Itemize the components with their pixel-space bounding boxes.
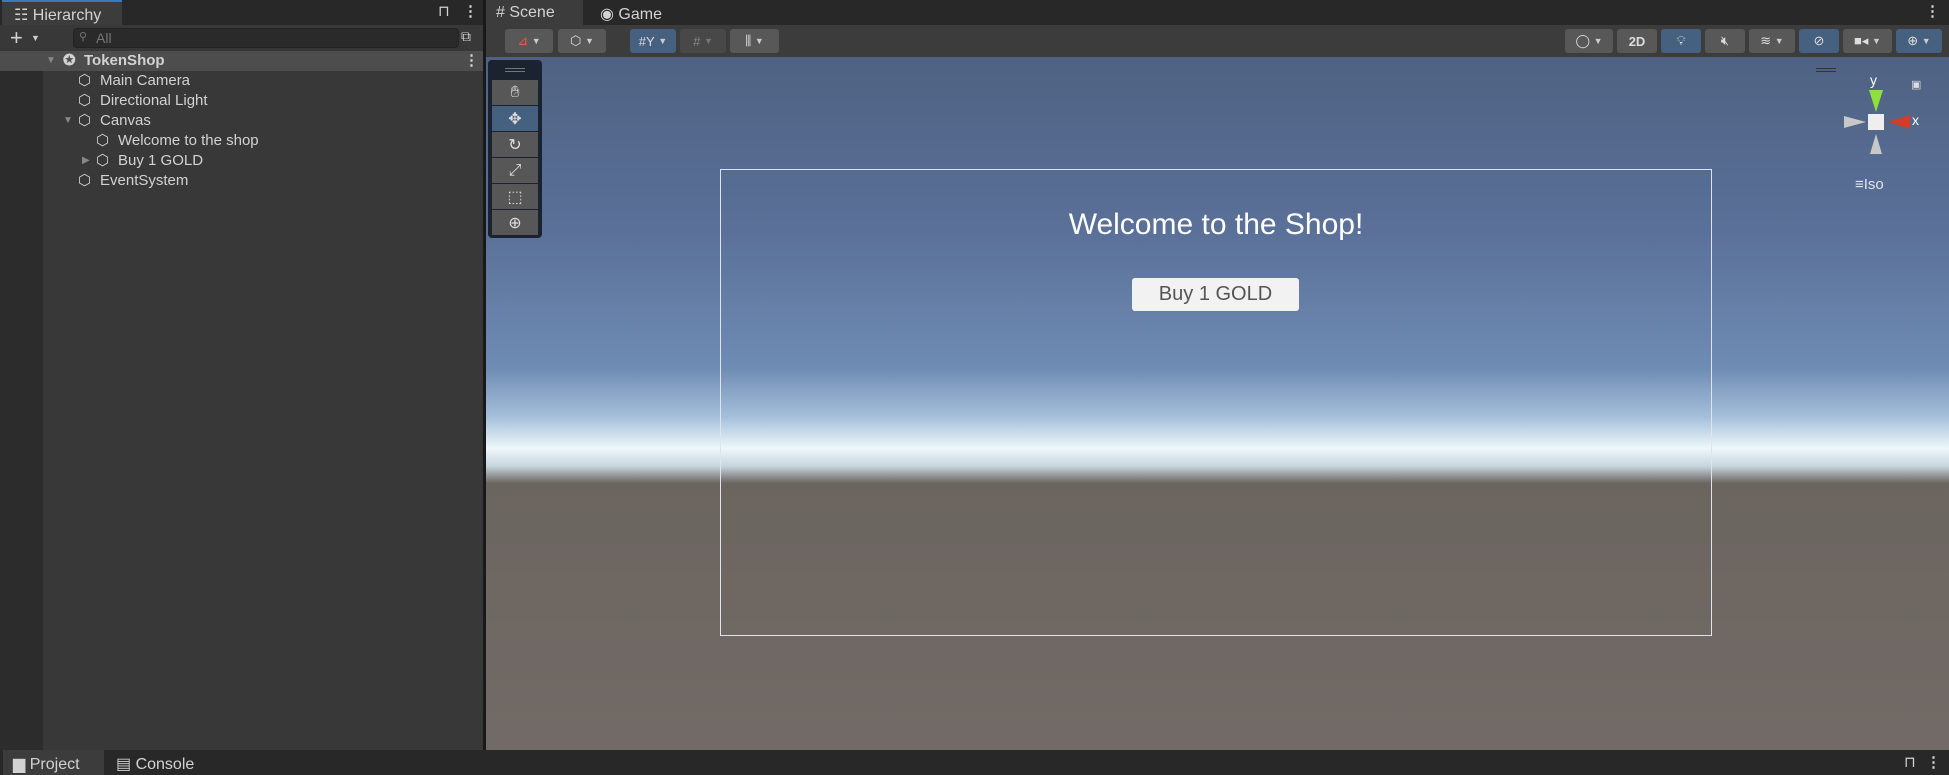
- lighting-toggle-button[interactable]: 💡︎: [1661, 29, 1701, 53]
- center-cube[interactable]: [1868, 114, 1884, 130]
- tab-project[interactable]: ▆ Project: [3, 750, 104, 775]
- add-button[interactable]: +: [10, 25, 23, 51]
- hierarchy-tabbar: ☷ Hierarchy ⊓ ⋮: [0, 0, 483, 25]
- rotate-tool[interactable]: ↻: [492, 132, 538, 157]
- list-item[interactable]: ⬡ EventSystem: [0, 171, 483, 191]
- search-input[interactable]: ⚲ All: [73, 28, 459, 48]
- list-item[interactable]: ▶ ⬡ Buy 1 GOLD: [0, 151, 483, 171]
- hidden-objects-toggle[interactable]: ⊘: [1799, 29, 1839, 53]
- scale-tool[interactable]: ⤢: [492, 158, 538, 183]
- hand-tool[interactable]: ✋︎: [492, 80, 538, 105]
- menu-icon: ≡: [1855, 176, 1864, 193]
- move-tool[interactable]: ✥: [492, 106, 538, 131]
- transform-tool[interactable]: ⊕: [492, 210, 538, 235]
- scene-toolbar: ⊿ ▼ ⬡ ▼ #Y ▼ # ▼ ⫼ ▼ ◯ ▼ 2D 💡︎ 🔇︎ ≋ ▼ ⊘ …: [486, 25, 1949, 57]
- gameobject-icon: ⬡: [78, 72, 92, 89]
- toggle-2d-button[interactable]: 2D: [1617, 29, 1657, 53]
- console-icon: ▤: [116, 756, 136, 773]
- projection-toggle[interactable]: ≡Iso: [1855, 176, 1884, 193]
- lock-icon[interactable]: ⊓: [438, 2, 450, 20]
- list-icon: ☷: [14, 7, 33, 24]
- more-menu-icon[interactable]: ⋮: [1926, 753, 1941, 771]
- gameobject-icon: ⬡: [78, 92, 92, 109]
- gizmos-button[interactable]: ⊕ ▼: [1896, 29, 1942, 53]
- drag-handle[interactable]: [505, 68, 525, 72]
- more-menu-icon[interactable]: ⋮: [463, 2, 478, 20]
- bottom-tabbar: ▆ Project ▤ Console ⊓ ⋮: [0, 750, 1949, 775]
- gameobject-icon: ⬡: [78, 112, 92, 129]
- orientation-gizmo[interactable]: y x: [1836, 72, 1919, 162]
- tab-scene[interactable]: # Scene: [486, 0, 583, 25]
- lock-icon[interactable]: ⊓: [1904, 753, 1916, 771]
- collapse-arrow-icon[interactable]: ▶: [82, 151, 90, 171]
- neg-x-cone[interactable]: [1844, 116, 1866, 128]
- tools-overlay: ✋︎ ✥ ↻ ⤢ ⬚ ⊕: [488, 60, 542, 238]
- grid-toggle-button[interactable]: #Y ▼: [630, 29, 676, 53]
- scene-menu-icon[interactable]: ⋮: [464, 51, 479, 71]
- gameobject-icon: ⬡: [96, 132, 110, 149]
- list-item[interactable]: ⬡ Welcome to the shop: [0, 131, 483, 151]
- increment-snap-button[interactable]: ⫼ ▼: [730, 29, 779, 53]
- welcome-text: Welcome to the Shop!: [1068, 208, 1364, 241]
- expand-arrow-icon[interactable]: ▼: [46, 51, 56, 71]
- rect-tool[interactable]: ⬚: [492, 184, 538, 209]
- effects-button[interactable]: ≋ ▼: [1749, 29, 1795, 53]
- folder-icon: ▆: [13, 756, 30, 773]
- scene-row[interactable]: ▼ ✪ TokenShop ⋮: [0, 51, 483, 71]
- pivot-button[interactable]: ⬡ ▼: [558, 29, 606, 53]
- camera-settings-button[interactable]: ■◂ ▼: [1843, 29, 1892, 53]
- gamepad-icon: ◉: [600, 6, 619, 23]
- mute-icon: 🔇︎: [1720, 33, 1730, 48]
- lightbulb-icon: 💡︎: [1676, 33, 1686, 48]
- buy-gold-button[interactable]: Buy 1 GOLD: [1132, 278, 1299, 311]
- globe-icon: ⊕: [1907, 33, 1919, 48]
- y-axis-cone[interactable]: [1869, 90, 1883, 112]
- list-item[interactable]: ⬡ Directional Light: [0, 91, 483, 111]
- unity-scene-icon: ✪: [63, 52, 76, 69]
- audio-toggle-button[interactable]: 🔇︎: [1705, 29, 1745, 53]
- shading-mode-button[interactable]: ◯ ▼: [1565, 29, 1613, 53]
- gameobject-icon: ⬡: [96, 152, 110, 169]
- x-axis-cone[interactable]: [1888, 115, 1910, 129]
- tab-game[interactable]: ◉ Game: [590, 0, 662, 25]
- tab-hierarchy[interactable]: ☷ Hierarchy: [2, 0, 122, 25]
- eye-off-icon: ⊘: [1813, 33, 1825, 48]
- gizmo-tool-button[interactable]: ⊿ ▼: [505, 29, 553, 53]
- more-menu-icon[interactable]: ⋮: [1925, 2, 1940, 20]
- hierarchy-panel: ☷ Hierarchy ⊓ ⋮ + ▼ ⚲ All ⧉ ▼ ✪ TokenShop…: [0, 0, 483, 750]
- gizmo-drag-handle[interactable]: [1816, 68, 1836, 72]
- snap-button[interactable]: # ▼: [680, 29, 726, 53]
- expand-arrow-icon[interactable]: ▼: [63, 111, 73, 131]
- gameobject-icon: ⬡: [78, 172, 92, 189]
- search-icon: ⚲: [79, 31, 88, 43]
- list-item[interactable]: ▼ ⬡ Canvas: [0, 111, 483, 131]
- list-item[interactable]: ⬡ Main Camera: [0, 71, 483, 91]
- camera-icon: ■◂: [1854, 33, 1869, 48]
- neg-y-cone[interactable]: [1870, 134, 1882, 154]
- tab-console[interactable]: ▤ Console: [106, 750, 194, 775]
- scene-tabbar: # Scene ◉ Game ⋮: [486, 0, 1949, 25]
- expand-search-icon[interactable]: ⧉: [461, 28, 471, 45]
- grid-icon: #: [496, 4, 510, 21]
- add-dropdown-icon[interactable]: ▼: [31, 33, 40, 43]
